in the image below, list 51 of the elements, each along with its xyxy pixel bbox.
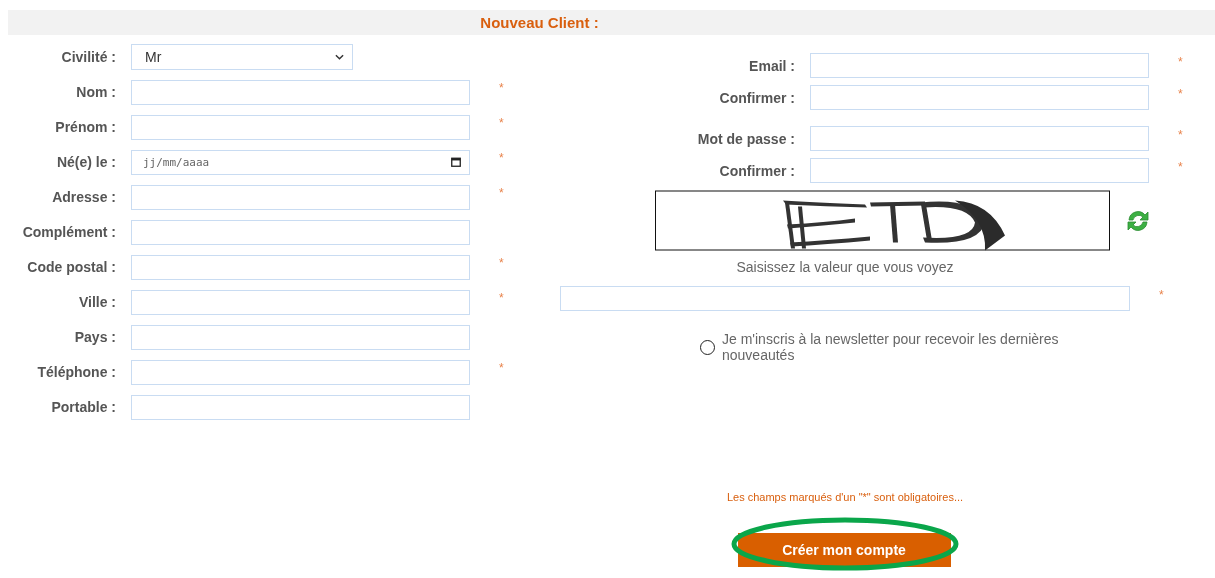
text-field[interactable] — [131, 324, 470, 350]
required-asterisk: * — [499, 116, 504, 130]
field-label: Pays : — [73, 329, 117, 345]
required-asterisk: * — [499, 256, 504, 270]
text-field[interactable] — [810, 126, 1149, 151]
captcha-caption: Saisissez la valeur que vous voyez — [735, 259, 955, 275]
required-asterisk: * — [499, 81, 504, 95]
text-field[interactable] — [131, 219, 470, 245]
form-title: Nouveau Client : — [480, 14, 599, 31]
field-label: Nom : — [75, 84, 117, 100]
text-field[interactable] — [131, 114, 470, 140]
newsletter-label: Je m'inscris à la newsletter pour recevoir les dernières nouveautés — [722, 331, 1060, 363]
field-label: Code postal : — [26, 259, 117, 275]
text-field[interactable] — [810, 158, 1149, 183]
chevron-down-icon — [335, 54, 344, 60]
calendar-icon — [451, 157, 461, 167]
field-label: Portable : — [50, 399, 117, 415]
required-asterisk: * — [499, 291, 504, 305]
field-label: Ville : — [77, 294, 117, 310]
required-asterisk: * — [1178, 87, 1183, 101]
required-asterisk: * — [499, 186, 504, 200]
field-label: Confirmer : — [718, 162, 796, 179]
field-label: Email : — [748, 57, 796, 74]
field-label: Complément : — [21, 224, 117, 240]
field-label: Mot de passe : — [696, 130, 796, 147]
field-label: Né(e) le : — [55, 154, 117, 170]
required-note: Les champs marqués d'un "*" sont obligatoires... — [725, 491, 965, 503]
text-field[interactable] — [131, 184, 470, 210]
select-field[interactable]: Mr — [131, 44, 353, 70]
captcha-field[interactable] — [560, 286, 1130, 311]
date-placeholder: jj/mm/aaaa — [143, 155, 210, 169]
text-field[interactable] — [131, 359, 470, 385]
required-asterisk: * — [499, 361, 504, 375]
text-field[interactable] — [131, 254, 470, 280]
field-label: Civilité : — [60, 49, 117, 65]
text-field[interactable] — [131, 289, 470, 315]
field-label: Téléphone : — [36, 364, 117, 380]
required-asterisk: * — [1178, 55, 1183, 69]
required-asterisk: * — [499, 151, 504, 165]
select-value: Mr — [145, 49, 162, 65]
text-field[interactable] — [810, 85, 1149, 110]
required-asterisk: * — [1178, 160, 1183, 174]
text-field[interactable] — [131, 394, 470, 420]
date-field[interactable]: jj/mm/aaaa — [131, 149, 470, 175]
text-field[interactable] — [810, 53, 1149, 78]
field-label: Adresse : — [51, 189, 117, 205]
field-label: Prénom : — [54, 119, 117, 135]
required-asterisk: * — [1178, 128, 1183, 142]
required-asterisk: * — [1159, 288, 1164, 302]
field-label: Confirmer : — [718, 89, 796, 106]
text-field[interactable] — [131, 79, 470, 105]
